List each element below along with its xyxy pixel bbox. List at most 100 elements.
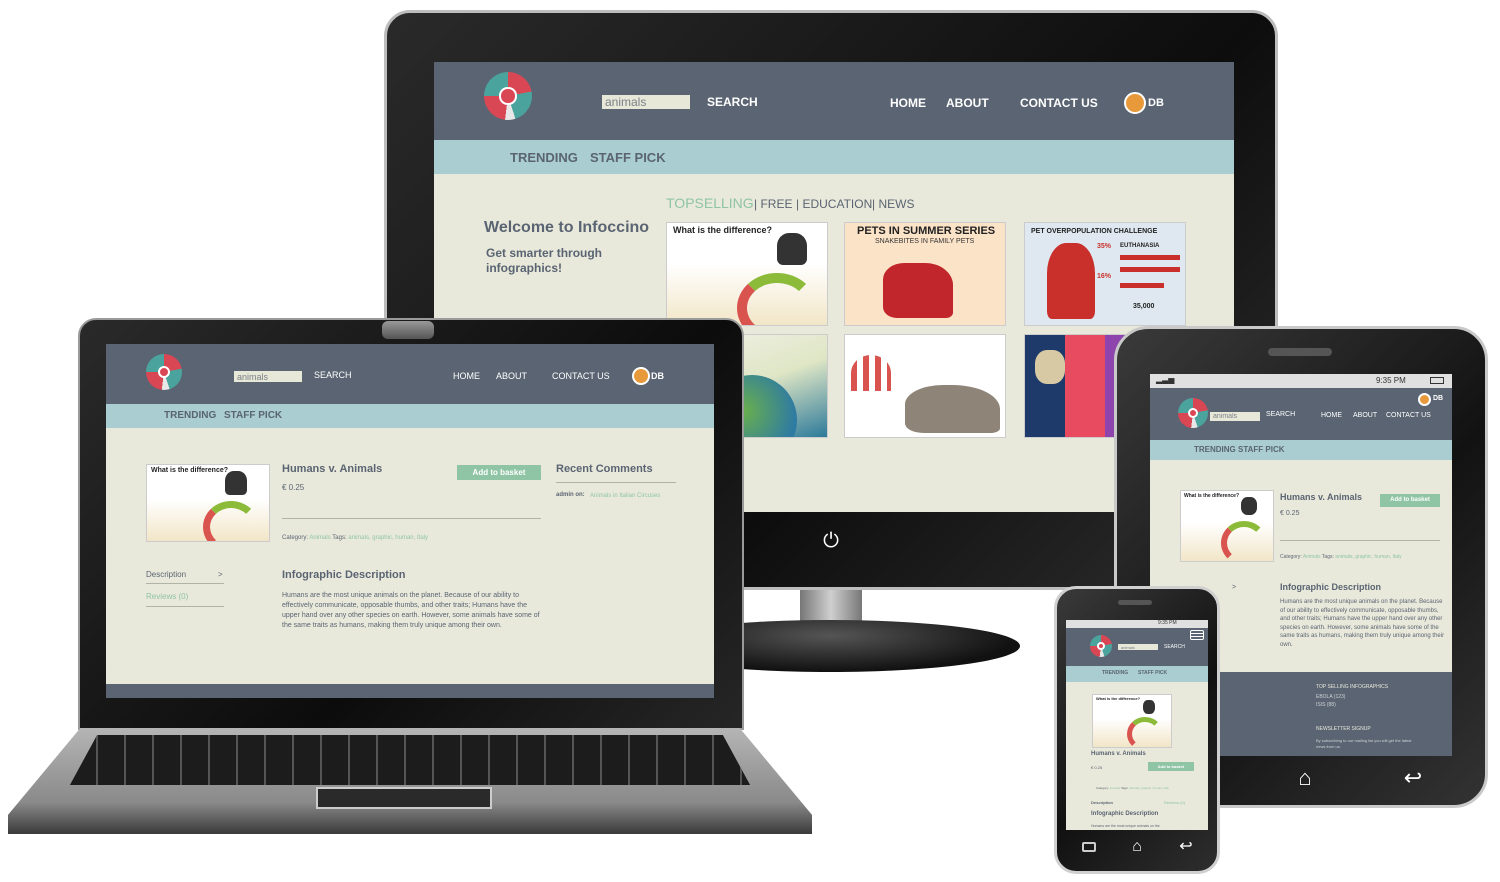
tags-links[interactable]: animals, graphic, human, Italy [1335,554,1401,560]
product-thumbnail[interactable]: What is the difference? [146,464,270,542]
recent-comments-title: Recent Comments [556,463,653,475]
filter-topselling[interactable]: TOPSELLING [666,195,754,211]
filter-free[interactable]: | FREE [754,197,792,211]
user-initials[interactable]: DB [1148,97,1164,109]
card-title: What is the difference? [673,225,773,235]
nav-home[interactable]: HOME [1321,412,1342,419]
subnav-trending[interactable]: TRENDING [1194,445,1236,454]
status-time: 9:35 PM [1376,376,1406,385]
subnav-staff-pick[interactable]: STAFF PICK [590,150,666,165]
bar [1120,255,1180,260]
site-logo[interactable] [1178,398,1208,428]
signal-icon: ▂▃▅ [1156,375,1175,384]
power-icon[interactable]: ⏻ [820,530,842,552]
stat-value: 35,000 [1133,303,1155,310]
add-to-basket-button[interactable]: Add to basket [1148,762,1194,771]
user-initials[interactable]: DB [651,371,664,381]
welcome-title: Welcome to Infoccino [484,219,650,236]
subnav-trending[interactable]: TRENDING [1102,670,1128,676]
nav-about[interactable]: ABOUT [946,96,989,110]
add-to-basket-button[interactable]: Add to basket [1380,494,1440,507]
subnav-staff-pick[interactable]: STAFF PICK [224,410,282,421]
divider [556,482,676,483]
search-input[interactable] [1210,412,1260,421]
infographic-card[interactable]: What is the difference? [666,222,828,326]
site-header: SEARCH HOME ABOUT CONTACT US DB [1150,388,1452,440]
trackpad[interactable] [316,787,492,809]
tab-description[interactable]: Description [1091,800,1113,805]
card-subtitle: SNAKEBITES IN FAMILY PETS [875,238,975,245]
search-button[interactable]: SEARCH [1266,411,1295,418]
back-icon[interactable]: ↩ [1176,838,1196,856]
nav-contact[interactable]: CONTACT US [1386,412,1431,419]
subnav-trending[interactable]: TRENDING [510,150,578,165]
subnav-trending[interactable]: TRENDING [164,410,216,421]
nav-contact[interactable]: CONTACT US [1020,96,1098,110]
search-input[interactable] [602,95,690,109]
product-thumbnail[interactable]: What is the difference? [1180,490,1274,562]
category-link[interactable]: Animals [1303,554,1321,560]
tags-links[interactable]: animals, graphic, human, Italy [348,535,428,541]
tags-label: Tags: [332,535,347,541]
category-label: Category: [1096,786,1110,790]
infographic-card[interactable] [844,334,1006,438]
keyboard[interactable] [70,735,750,785]
arrow-graphic [1221,521,1267,561]
tab-reviews[interactable]: Reviews (0) [146,592,188,601]
avatar[interactable] [1418,393,1431,406]
footer-item[interactable]: ISIS (88) [1316,702,1336,708]
cat-graphic [1047,243,1095,319]
search-input[interactable] [1118,644,1158,650]
add-to-basket-button[interactable]: Add to basket [457,465,541,480]
nav-about[interactable]: ABOUT [496,371,527,381]
search-button[interactable]: SEARCH [707,95,758,109]
footer-heading: TOP SELLING INFOGRAPHICS [1316,684,1389,690]
search-input[interactable] [234,371,302,382]
nav-home[interactable]: HOME [890,96,926,110]
search-button[interactable]: SEARCH [1164,644,1185,650]
tab-description[interactable]: Description [146,570,186,579]
battery-icon [1430,377,1444,384]
gorilla-image [777,233,807,265]
elephant-graphic [905,385,1000,433]
infographic-card[interactable]: PET OVERPOPULATION CHALLENGE EUTHANASIA … [1024,222,1186,326]
nav-home[interactable]: HOME [453,371,480,381]
footer-item[interactable]: EBOLA (123) [1316,694,1345,700]
chevron-right-icon: > [1232,584,1237,591]
avatar[interactable] [1124,92,1146,114]
tab-reviews[interactable]: Reviews (0) [1164,800,1185,805]
site-logo[interactable] [146,354,182,390]
subnav-staff-pick[interactable]: STAFF PICK [1138,670,1167,676]
back-icon[interactable]: ↩ [1400,766,1426,790]
home-icon[interactable]: ⌂ [1127,838,1147,856]
product-thumbnail[interactable]: What is the difference? [1092,694,1172,748]
category-link[interactable]: Animals [1110,786,1121,790]
user-initials[interactable]: DB [1433,395,1443,402]
category-label: Category: [1280,554,1302,560]
subnav-staff-pick[interactable]: STAFF PICK [1238,445,1285,454]
description-title: Infographic Description [282,569,406,581]
filter-education[interactable]: | EDUCATION [796,197,872,211]
site-logo[interactable] [484,72,532,120]
nav-contact[interactable]: CONTACT US [552,371,610,381]
description-text: Humans are the most unique animals on th… [1091,824,1160,828]
recent-apps-icon[interactable] [1082,842,1096,852]
tags-label: Tags: [1321,554,1334,560]
nav-about[interactable]: ABOUT [1353,412,1377,419]
menu-icon[interactable] [1190,630,1204,640]
product-title: Humans v. Animals [1280,492,1363,502]
chevron-right-icon: > [218,570,223,579]
site-footer [106,684,714,698]
product-title: Humans v. Animals [282,463,383,475]
infographic-card[interactable]: PETS IN SUMMER SERIES SNAKEBITES IN FAMI… [844,222,1006,326]
comment-link[interactable]: Animals in Italian Circuses [590,492,680,500]
site-logo[interactable] [1090,635,1112,657]
category-link[interactable]: Animals [309,535,330,541]
circus-tent [851,355,891,391]
phone-speaker [1118,600,1152,605]
filter-news[interactable]: | NEWS [872,197,914,211]
avatar[interactable] [632,367,650,385]
search-button[interactable]: SEARCH [314,370,352,380]
home-icon[interactable]: ⌂ [1292,766,1318,790]
tags-links[interactable]: animals, graphic, human, Italy [1129,786,1169,790]
